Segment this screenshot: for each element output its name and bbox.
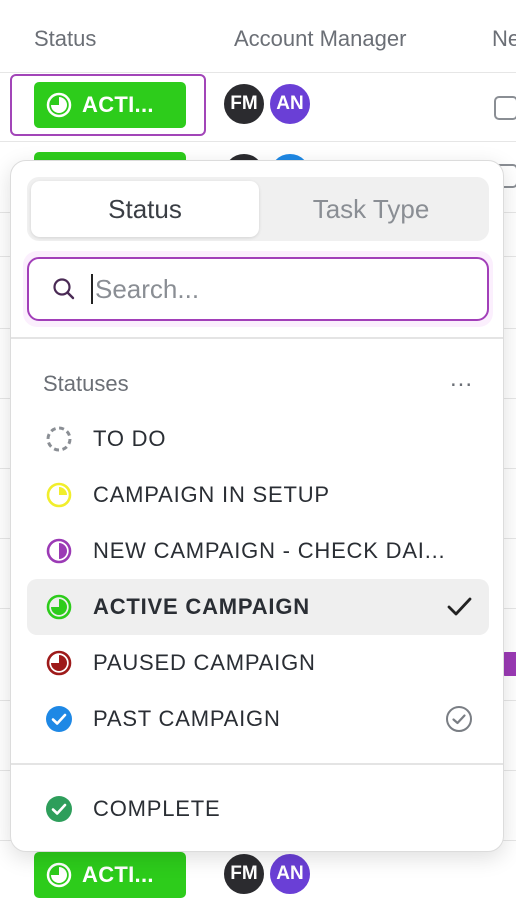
- avatar[interactable]: AN: [268, 82, 312, 126]
- status-option-label: PAST CAMPAIGN: [93, 706, 281, 731]
- tab-task-type[interactable]: Task Type: [257, 181, 485, 237]
- column-header-account-manager[interactable]: Account Manager: [234, 26, 406, 52]
- more-options-icon[interactable]: ...: [450, 365, 473, 393]
- search-icon: [51, 276, 77, 302]
- dashed-circle-icon: [45, 425, 73, 453]
- status-option-past-campaign[interactable]: PAST CAMPAIGN: [27, 691, 489, 747]
- status-option-campaign-in-setup[interactable]: CAMPAIGN IN SETUP: [27, 467, 489, 523]
- status-pill[interactable]: ACTI...: [34, 852, 186, 898]
- checkmark-icon: [445, 593, 473, 621]
- column-header-next[interactable]: Ne: [492, 26, 516, 52]
- quarter-circle-icon: [45, 481, 73, 509]
- status-option-complete[interactable]: COMPLETE: [27, 781, 489, 837]
- search-input[interactable]: [93, 272, 457, 306]
- status-option-label: NEW CAMPAIGN - CHECK DAI...: [93, 538, 446, 563]
- tab-status[interactable]: Status: [31, 181, 259, 237]
- search-focus-ring: [23, 251, 493, 327]
- status-option-to-do[interactable]: TO DO: [27, 411, 489, 467]
- half-circle-icon: [45, 537, 73, 565]
- statuses-section-header: Statuses ...: [43, 365, 473, 401]
- search-box[interactable]: [27, 257, 489, 321]
- dropdown-divider: [11, 337, 503, 339]
- table-row[interactable]: ACTI... FM AN: [0, 842, 516, 912]
- table-row[interactable]: ACTI... FM AN: [0, 72, 516, 142]
- avatar[interactable]: FM: [222, 82, 266, 126]
- dropdown-divider: [11, 763, 503, 765]
- table-header: Status Account Manager Ne: [0, 0, 516, 73]
- done-status-icon: [445, 705, 473, 733]
- status-option-label: ACTIVE CAMPAIGN: [93, 594, 310, 619]
- avatar[interactable]: FM: [222, 852, 266, 896]
- status-pill-label: ACTI...: [82, 862, 154, 887]
- three-quarter-circle-icon: [45, 593, 73, 621]
- three-quarter-circle-icon: [45, 649, 73, 677]
- row-checkbox[interactable]: [494, 96, 516, 120]
- avatar[interactable]: AN: [268, 852, 312, 896]
- active-status-icon: [46, 862, 72, 888]
- section-title: Statuses: [43, 371, 129, 396]
- status-option-label: PAUSED CAMPAIGN: [93, 650, 316, 675]
- column-header-status[interactable]: Status: [34, 26, 96, 52]
- status-option-active-campaign[interactable]: ACTIVE CAMPAIGN: [27, 579, 489, 635]
- status-option-label: COMPLETE: [93, 796, 221, 821]
- active-status-icon: [46, 92, 72, 118]
- status-dropdown: Status Task Type Statuses ... TO DO CAMP…: [10, 160, 504, 852]
- status-pill-label: ACTI...: [82, 92, 154, 117]
- status-option-new-campaign[interactable]: NEW CAMPAIGN - CHECK DAI...: [27, 523, 489, 579]
- check-circle-icon: [45, 705, 73, 733]
- status-option-paused-campaign[interactable]: PAUSED CAMPAIGN: [27, 635, 489, 691]
- status-option-label: TO DO: [93, 426, 167, 451]
- check-circle-icon: [45, 795, 73, 823]
- status-option-label: CAMPAIGN IN SETUP: [93, 482, 330, 507]
- dropdown-tabs: Status Task Type: [27, 177, 489, 241]
- status-pill[interactable]: ACTI...: [34, 82, 186, 128]
